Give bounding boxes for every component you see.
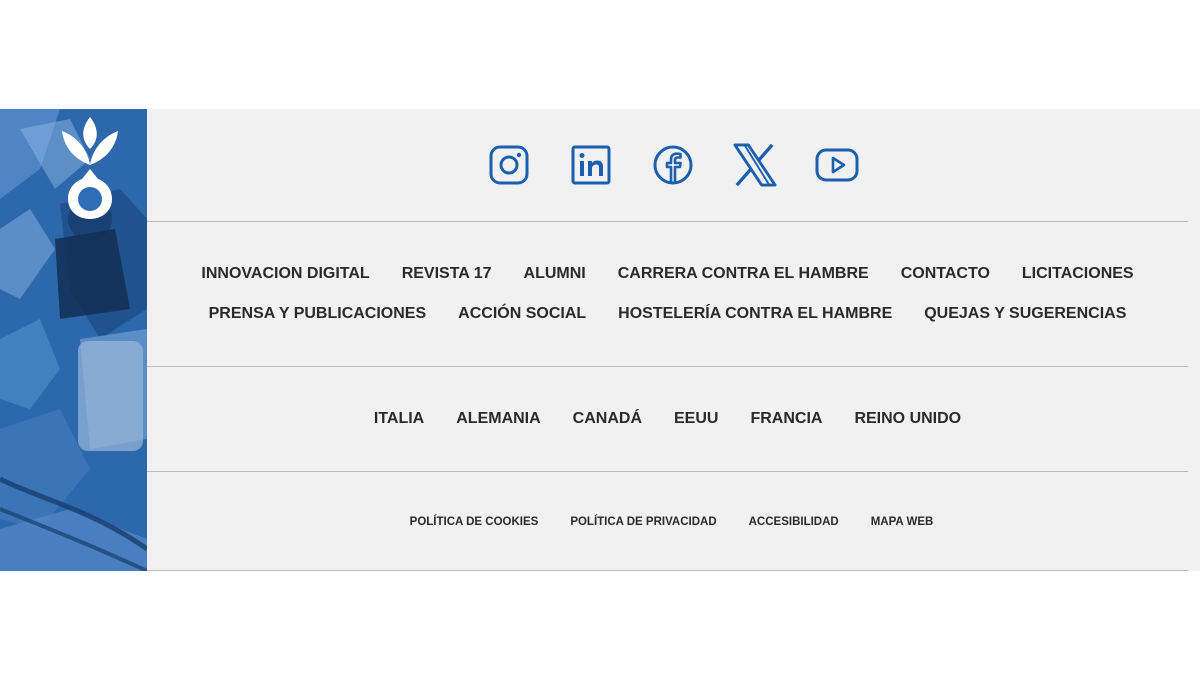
legal-links: POLÍTICA DE COOKIES POLÍTICA DE PRIVACID… xyxy=(147,507,1188,537)
brand-panel xyxy=(0,109,147,571)
brand-logo-icon xyxy=(62,117,118,219)
link-mapa-web[interactable]: MAPA WEB xyxy=(871,516,934,528)
main-links-row-1: INNOVACION DIGITAL REVISTA 17 ALUMNI CAR… xyxy=(147,254,1188,294)
country-links: ITALIA ALEMANIA CANADÁ EEUU FRANCIA REIN… xyxy=(147,399,1188,439)
link-eeuu[interactable]: EEUU xyxy=(674,410,718,428)
link-italia[interactable]: ITALIA xyxy=(374,410,424,428)
main-links: INNOVACION DIGITAL REVISTA 17 ALUMNI CAR… xyxy=(147,254,1188,334)
link-contacto[interactable]: CONTACTO xyxy=(901,265,990,283)
link-accion-social[interactable]: ACCIÓN SOCIAL xyxy=(458,305,586,323)
divider xyxy=(147,570,1188,571)
site-footer: INNOVACION DIGITAL REVISTA 17 ALUMNI CAR… xyxy=(0,109,1200,571)
main-links-row-2: PRENSA Y PUBLICACIONES ACCIÓN SOCIAL HOS… xyxy=(147,294,1188,334)
footer-content: INNOVACION DIGITAL REVISTA 17 ALUMNI CAR… xyxy=(147,109,1188,571)
divider xyxy=(147,366,1188,367)
youtube-icon[interactable] xyxy=(815,143,859,187)
link-licitaciones[interactable]: LICITACIONES xyxy=(1022,265,1134,283)
link-quejas-y-sugerencias[interactable]: QUEJAS Y SUGERENCIAS xyxy=(924,305,1126,323)
link-canada[interactable]: CANADÁ xyxy=(573,410,642,428)
link-revista-17[interactable]: REVISTA 17 xyxy=(402,265,492,283)
divider xyxy=(147,221,1188,222)
link-hosteleria-contra-el-hambre[interactable]: HOSTELERÍA CONTRA EL HAMBRE xyxy=(618,305,892,323)
facebook-icon[interactable] xyxy=(651,143,695,187)
divider xyxy=(147,471,1188,472)
link-accesibilidad[interactable]: ACCESIBILIDAD xyxy=(749,516,839,528)
link-politica-de-privacidad[interactable]: POLÍTICA DE PRIVACIDAD xyxy=(570,516,716,528)
link-alemania[interactable]: ALEMANIA xyxy=(456,410,540,428)
link-prensa-y-publicaciones[interactable]: PRENSA Y PUBLICACIONES xyxy=(209,305,427,323)
link-alumni[interactable]: ALUMNI xyxy=(524,265,586,283)
link-carrera-contra-el-hambre[interactable]: CARRERA CONTRA EL HAMBRE xyxy=(618,265,869,283)
linkedin-icon[interactable] xyxy=(569,143,613,187)
link-innovacion-digital[interactable]: INNOVACION DIGITAL xyxy=(201,265,369,283)
link-politica-de-cookies[interactable]: POLÍTICA DE COOKIES xyxy=(410,516,539,528)
instagram-icon[interactable] xyxy=(487,143,531,187)
link-francia[interactable]: FRANCIA xyxy=(750,410,822,428)
link-reino-unido[interactable]: REINO UNIDO xyxy=(854,410,961,428)
x-icon[interactable] xyxy=(732,143,777,187)
social-links xyxy=(147,109,1188,221)
